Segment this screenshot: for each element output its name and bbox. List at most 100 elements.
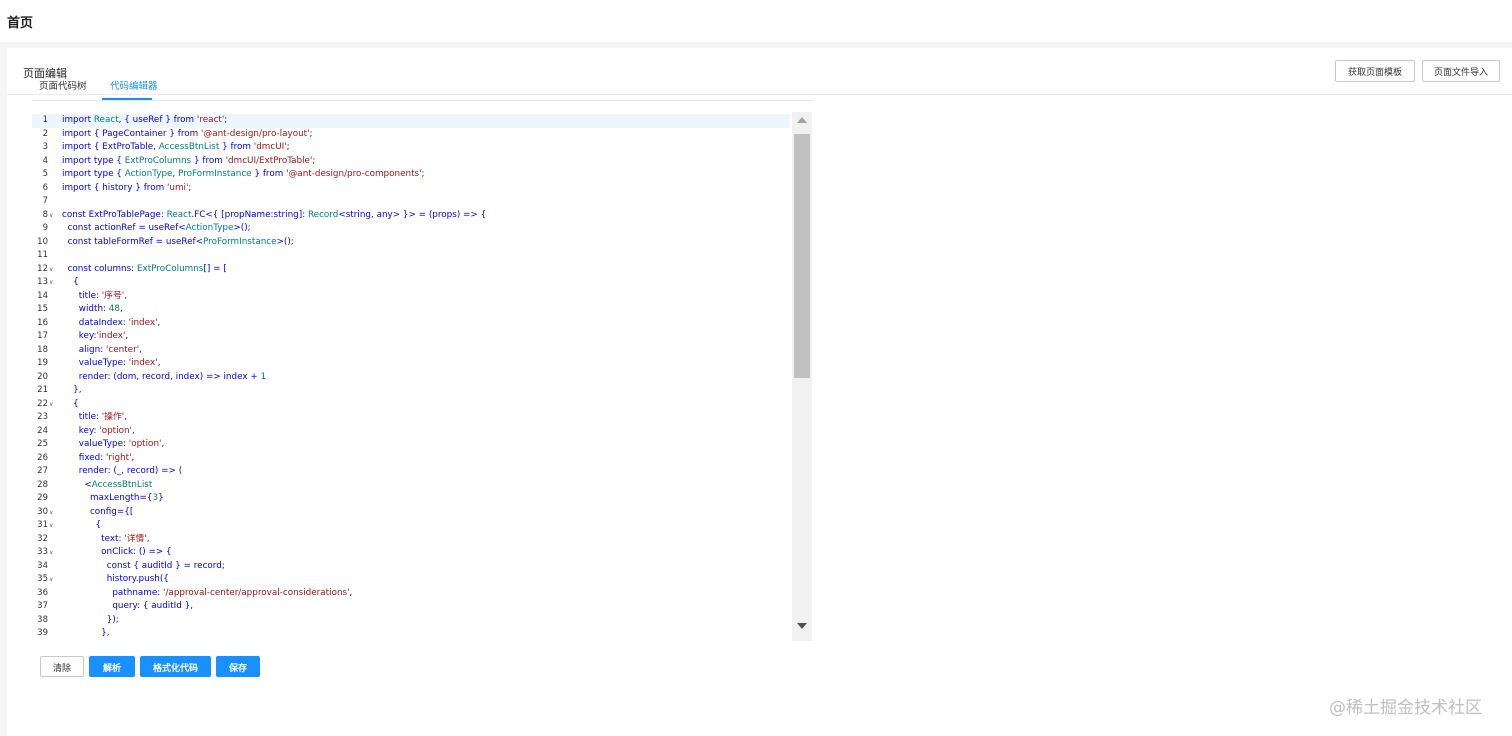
line-number: 33	[37, 547, 48, 557]
line-number: 13	[37, 277, 48, 287]
line-number: 31	[37, 520, 48, 530]
line-number: 34	[37, 560, 48, 571]
line-number: 21	[37, 385, 48, 395]
code-line: const ExtProTablePage: React.FC<{ [propN…	[62, 209, 487, 220]
fold-chevron-icon[interactable]: ∨	[49, 209, 53, 223]
get-template-button[interactable]: 获取页面模板	[1335, 60, 1415, 82]
code-line: key: 'option',	[62, 425, 135, 436]
fold-chevron-icon[interactable]: ∨	[49, 519, 53, 533]
code-line: const tableFormRef = useRef<ProFormInsta…	[67, 236, 294, 247]
top-header: 首页	[0, 0, 1512, 42]
line-number: 6	[42, 182, 48, 193]
code-line: <AccessBtnList	[62, 479, 153, 490]
line-number: 7	[42, 196, 48, 206]
tab-code-editor[interactable]: 代码编辑器	[110, 78, 158, 92]
code-line: valueType: 'index',	[62, 358, 161, 368]
code-line: {	[62, 520, 102, 530]
code-line: const actionRef = useRef<ActionType>();	[67, 223, 251, 233]
line-number: 26	[37, 452, 48, 463]
code-line: title: '操作',	[62, 412, 127, 422]
code-line: },	[62, 385, 82, 395]
line-number: 2	[42, 128, 48, 139]
code-line: dataIndex: 'index',	[62, 317, 161, 328]
line-number: 1	[42, 115, 48, 125]
code-line: render: (dom, record, index) => index + …	[62, 371, 267, 382]
line-number: 11	[37, 250, 48, 260]
code-line: valueType: 'option',	[62, 439, 165, 449]
code-line: const columns: ExtProColumns[] = [	[67, 263, 227, 274]
line-number: 3	[42, 142, 48, 152]
scrollbar-thumb[interactable]	[794, 134, 810, 378]
code-line: import { ExtProTable, AccessBtnList } fr…	[62, 142, 290, 152]
line-number: 30	[37, 506, 48, 517]
code-line: title: '序号',	[62, 290, 127, 301]
import-file-button[interactable]: 页面文件导入	[1422, 60, 1500, 82]
line-number: 10	[37, 236, 48, 247]
code-line: });	[62, 614, 119, 625]
line-number: 28	[37, 479, 48, 490]
code-line: query: { auditId },	[62, 601, 194, 611]
code-line: {	[62, 398, 79, 409]
code-area[interactable]: import React, { useRef } from 'react'; im…	[62, 112, 808, 641]
fold-chevron-icon[interactable]: ∨	[49, 546, 53, 560]
vertical-scrollbar[interactable]	[792, 112, 812, 641]
scroll-down-arrow-icon[interactable]	[797, 623, 807, 629]
code-line: pathname: '/approval-center/approval-con…	[62, 587, 353, 598]
watermark: @稀土掘金技术社区	[1329, 698, 1482, 718]
code-line: width: 48,	[62, 304, 123, 314]
fold-chevron-icon[interactable]: ∨	[49, 263, 53, 277]
code-line: config={[	[62, 506, 134, 517]
line-number: 12	[37, 263, 48, 274]
code-line: onClick: () => {	[62, 547, 172, 557]
line-number: 27	[37, 466, 48, 476]
line-number: 35	[37, 574, 48, 584]
line-number: 25	[37, 439, 48, 449]
line-number: 9	[42, 223, 48, 233]
parse-button[interactable]: 解析	[89, 656, 135, 677]
save-button[interactable]: 保存	[216, 656, 260, 677]
code-line: import type { ExtProColumns } from 'dmcU…	[62, 155, 316, 166]
code-line: import React, { useRef } from 'react';	[62, 115, 228, 125]
line-number: 19	[37, 358, 48, 368]
active-tab-indicator	[102, 98, 152, 100]
scroll-up-arrow-icon[interactable]	[797, 117, 807, 123]
code-line: history.push({	[62, 574, 169, 584]
line-number: 17	[37, 331, 48, 341]
line-number: 14	[37, 290, 48, 301]
code-line: import { PageContainer } from '@ant-desi…	[62, 128, 313, 139]
line-number: 32	[37, 533, 48, 544]
line-number: 29	[37, 493, 48, 503]
line-number: 16	[37, 317, 48, 328]
fold-chevron-icon[interactable]: ∨	[49, 506, 53, 520]
line-number: 37	[37, 601, 48, 611]
fold-chevron-icon[interactable]: ∨	[49, 276, 53, 290]
line-number: 20	[37, 371, 48, 382]
line-number: 39	[37, 628, 48, 638]
clear-button[interactable]: 清除	[40, 656, 84, 677]
code-line: text: '详情',	[62, 533, 150, 544]
code-line: maxLength={3}	[62, 493, 164, 503]
code-line: },	[62, 628, 110, 638]
code-editor[interactable]: 1 2 3 4 5 6 7 8 ∨ 9 10 11 12 ∨ 13 ∨ 14 15 16 17 18 19 20 21 22 ∨ 2…	[32, 112, 813, 641]
line-number: 8	[42, 209, 48, 220]
line-number: 24	[37, 425, 48, 436]
code-line: align: 'center',	[62, 344, 142, 355]
line-number: 38	[37, 614, 48, 625]
fold-chevron-icon[interactable]: ∨	[49, 573, 53, 587]
line-number: 18	[37, 344, 48, 355]
editor-tabs: 页面代码树 代码编辑器	[32, 70, 814, 101]
line-number: 15	[37, 304, 48, 314]
code-line: fixed: 'right',	[62, 452, 135, 463]
line-number: 36	[37, 587, 48, 598]
code-line: key:'index',	[62, 331, 129, 341]
line-number-gutter: 1 2 3 4 5 6 7 8 ∨ 9 10 11 12 ∨ 13 ∨ 14 15 16 17 18 19 20 21 22 ∨ 2…	[32, 112, 58, 641]
line-number: 22	[37, 398, 48, 409]
fold-chevron-icon[interactable]: ∨	[49, 398, 53, 412]
code-line: import type { ActionType, ProFormInstanc…	[62, 169, 425, 179]
code-line: const { auditId } = record;	[106, 560, 225, 571]
line-number: 5	[42, 169, 48, 179]
tab-page-code-tree[interactable]: 页面代码树	[39, 78, 87, 92]
line-number: 23	[37, 412, 48, 422]
format-code-button[interactable]: 格式化代码	[140, 656, 211, 677]
page-title: 首页	[7, 16, 34, 31]
